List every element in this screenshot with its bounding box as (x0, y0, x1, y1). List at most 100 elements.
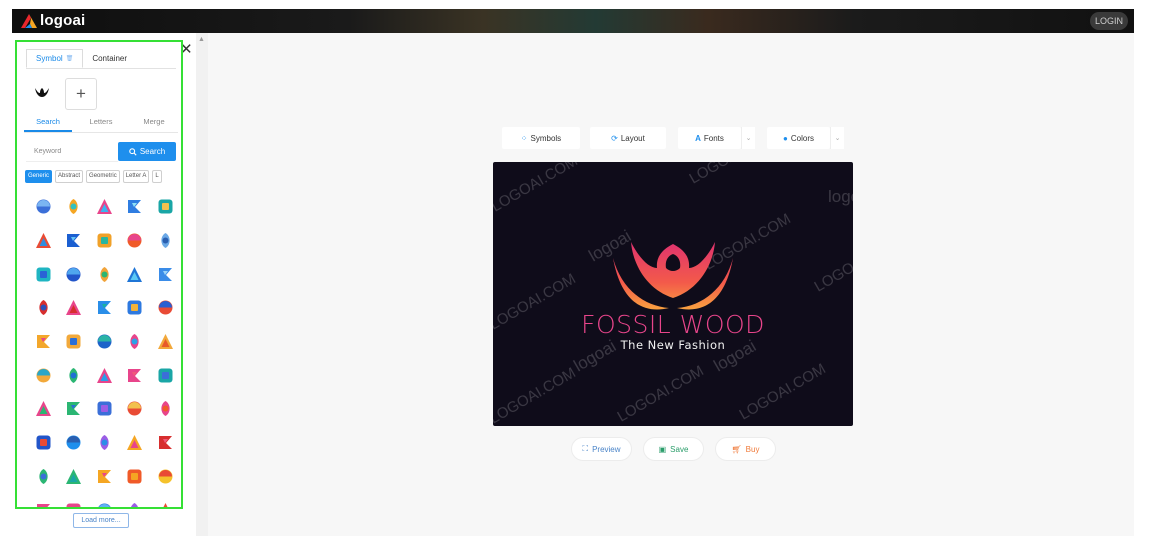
chip-generic[interactable]: Generic (25, 170, 53, 183)
symbol-option[interactable] (120, 325, 151, 359)
symbol-option[interactable] (150, 426, 181, 460)
symbol-option[interactable] (150, 392, 181, 426)
subtab-search[interactable]: Search (24, 115, 72, 132)
keyword-input[interactable] (26, 142, 118, 162)
watermark: LOGOAI.COM (702, 210, 794, 273)
symbol-option[interactable] (59, 224, 90, 258)
symbol-option[interactable] (150, 224, 181, 258)
yellow-fold-icon (158, 469, 173, 484)
symbol-option[interactable] (28, 257, 59, 291)
watermark: logoai (586, 226, 635, 265)
orange-wedge-icon (127, 469, 142, 484)
login-button[interactable]: LOGIN (1090, 12, 1128, 30)
brand[interactable]: logoai (20, 12, 85, 29)
symbol-panel: Symbol 🗑 Container + Search Letters Merg… (15, 40, 183, 509)
colors-dropdown-chevron-icon[interactable]: ⌄ (830, 127, 844, 149)
symbol-option[interactable] (59, 190, 90, 224)
symbol-option[interactable] (28, 190, 59, 224)
blue-s-icon (97, 503, 111, 507)
chip-abstract[interactable]: Abstract (55, 170, 84, 183)
chip-letter-a[interactable]: Letter A (122, 170, 150, 183)
red-triangle-icon (158, 300, 173, 315)
symbol-option[interactable] (150, 257, 181, 291)
teal-dots-icon (36, 267, 51, 282)
symbol-option[interactable] (89, 392, 120, 426)
watermark: LOGOAI.COM (687, 162, 779, 187)
chip-geometric[interactable]: Geometric (86, 170, 120, 183)
symbol-option[interactable] (28, 460, 59, 494)
symbol-option[interactable] (150, 493, 181, 507)
symbol-option[interactable] (120, 224, 151, 258)
symbol-option[interactable] (120, 493, 151, 507)
add-symbol-button[interactable]: + (65, 78, 97, 110)
watermark: logoai (828, 187, 853, 206)
symbol-option[interactable] (89, 224, 120, 258)
load-more-button[interactable]: Load more... (73, 513, 129, 528)
symbol-option[interactable] (89, 257, 120, 291)
search-button[interactable]: Search (118, 142, 176, 161)
blue-e-icon (66, 435, 81, 450)
symbol-option[interactable] (120, 257, 151, 291)
symbol-option[interactable] (89, 426, 120, 460)
fonts-label: Fonts (703, 133, 724, 143)
symbol-option[interactable] (150, 358, 181, 392)
symbol-option[interactable] (150, 325, 181, 359)
scroll-up-arrow-icon[interactable]: ▲ (198, 36, 205, 43)
fonts-dropdown-chevron-icon[interactable]: ⌄ (741, 127, 755, 149)
symbol-option[interactable] (120, 291, 151, 325)
rainbow-rings-icon (36, 503, 50, 507)
symbol-option[interactable] (59, 257, 90, 291)
symbol-option[interactable] (59, 460, 90, 494)
symbol-option[interactable] (59, 493, 90, 507)
symbol-option[interactable] (120, 426, 151, 460)
blue-drop-ring-icon (97, 301, 111, 315)
tab-symbol[interactable]: Symbol 🗑 (26, 49, 84, 68)
symbol-option[interactable] (28, 493, 59, 507)
blue-petal-icon (127, 266, 143, 282)
green-slash-icon (67, 402, 81, 416)
symbol-option[interactable] (59, 358, 90, 392)
symbol-option[interactable] (59, 291, 90, 325)
sidebar-scrollbar[interactable] (196, 33, 208, 536)
tab-container[interactable]: Container (83, 49, 136, 68)
preview-button[interactable]: ⛶ Preview (571, 437, 632, 461)
selected-symbol-icon[interactable] (33, 85, 51, 99)
blue-loop-icon (127, 300, 142, 315)
symbol-option[interactable] (120, 392, 151, 426)
colors-button[interactable]: ● Colors (767, 127, 830, 149)
symbol-option[interactable] (120, 460, 151, 494)
brand-name: logoai (40, 12, 86, 29)
trash-icon[interactable]: 🗑 (66, 55, 74, 62)
symbol-option[interactable] (28, 358, 59, 392)
symbols-button[interactable]: ⁘ Symbols (502, 127, 580, 149)
symbol-option[interactable] (89, 190, 120, 224)
symbol-option[interactable] (28, 392, 59, 426)
symbol-option[interactable] (150, 291, 181, 325)
fonts-button[interactable]: A Fonts (678, 127, 741, 149)
symbol-option[interactable] (28, 325, 59, 359)
symbol-option[interactable] (89, 325, 120, 359)
logo-preview-canvas[interactable]: LOGOAI.COM LOGOAI.COM LOGOAI.COM LOGOAI.… (493, 162, 853, 426)
subtab-letters[interactable]: Letters (77, 115, 125, 132)
subtab-merge[interactable]: Merge (130, 115, 178, 132)
color-loop-icon (97, 233, 112, 248)
symbol-option[interactable] (89, 291, 120, 325)
symbol-option[interactable] (150, 190, 181, 224)
layout-button[interactable]: ⟳ Layout (590, 127, 666, 149)
symbol-option[interactable] (89, 493, 120, 507)
chip-l[interactable]: L (152, 170, 162, 183)
pink-arrow-icon (66, 300, 82, 316)
symbol-option[interactable] (89, 460, 120, 494)
symbol-option[interactable] (59, 392, 90, 426)
symbol-option[interactable] (59, 325, 90, 359)
symbol-option[interactable] (28, 291, 59, 325)
symbol-option[interactable] (59, 426, 90, 460)
symbol-option[interactable] (150, 460, 181, 494)
buy-button[interactable]: 🛒︎ Buy (715, 437, 776, 461)
symbol-option[interactable] (28, 224, 59, 258)
symbol-option[interactable] (120, 358, 151, 392)
symbol-option[interactable] (89, 358, 120, 392)
save-button[interactable]: ▣ Save (643, 437, 704, 461)
symbol-option[interactable] (120, 190, 151, 224)
symbol-option[interactable] (28, 426, 59, 460)
